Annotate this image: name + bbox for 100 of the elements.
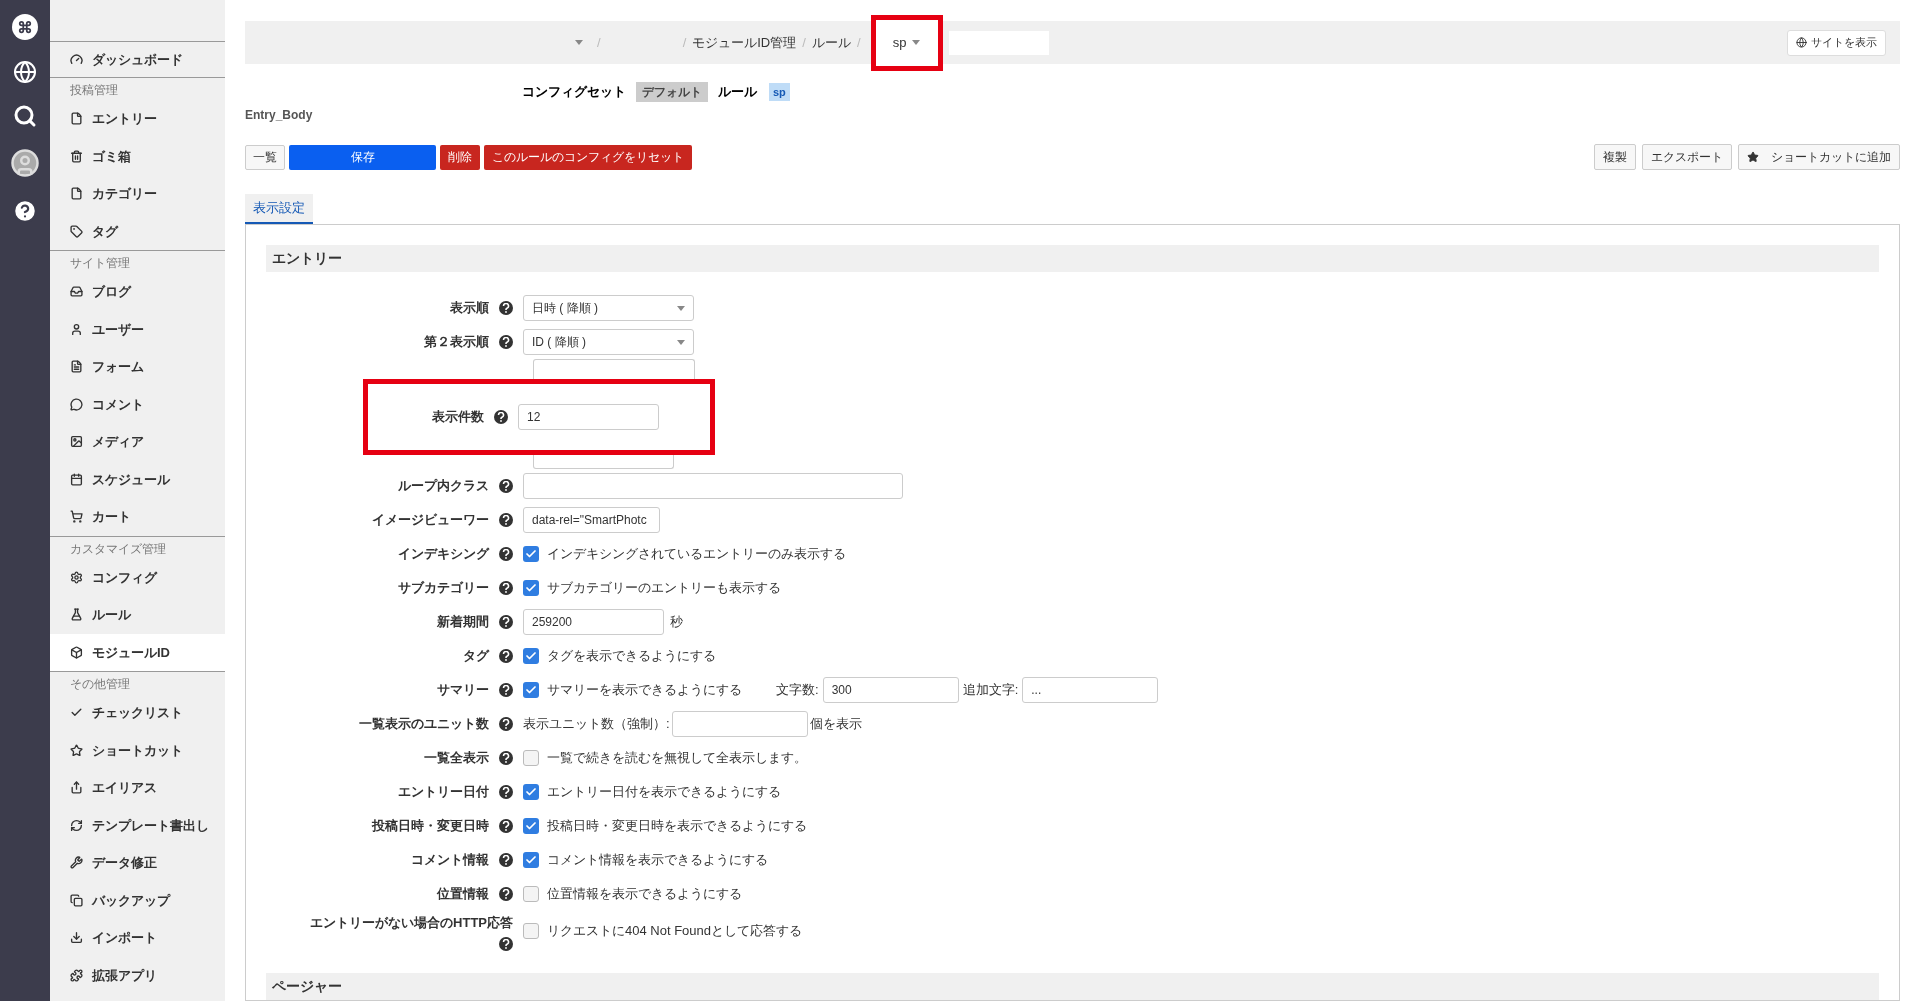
checkbox[interactable] xyxy=(523,546,539,562)
sidebar-item[interactable]: コメント xyxy=(50,385,225,423)
text-field[interactable]: data-rel="SmartPhotc xyxy=(523,507,660,533)
select-field[interactable]: 日時 ( 降順 ) xyxy=(523,295,694,321)
sidebar-item[interactable]: ルール xyxy=(50,596,225,634)
sidebar-item[interactable]: メディア xyxy=(50,423,225,461)
trash-icon xyxy=(70,149,83,163)
sidebar-item[interactable]: ブログ xyxy=(50,273,225,311)
rule-label: ルール xyxy=(718,83,757,102)
select-field[interactable]: ID ( 降順 ) xyxy=(523,329,694,355)
sidebar-item[interactable]: エントリー xyxy=(50,100,225,138)
gear-icon xyxy=(70,570,83,584)
help-icon[interactable] xyxy=(499,581,513,595)
globe-icon xyxy=(1796,37,1807,48)
help-icon[interactable] xyxy=(499,936,513,951)
tab[interactable]: 表示設定 xyxy=(245,194,313,224)
sidebar-item[interactable]: ダッシュボード xyxy=(50,41,225,77)
help-icon[interactable] xyxy=(499,615,513,629)
checkbox-label: サマリーを表示できるようにする xyxy=(547,681,742,700)
sidebar-item[interactable]: ショートカット xyxy=(50,731,225,769)
globe-icon[interactable] xyxy=(13,60,37,84)
action-button[interactable]: 保存 xyxy=(289,144,436,170)
help-icon[interactable] xyxy=(499,887,513,901)
help-icon[interactable] xyxy=(499,683,513,697)
help-icon[interactable] xyxy=(12,198,38,224)
sidebar-item[interactable]: モジュールID xyxy=(50,633,225,671)
checkbox[interactable] xyxy=(523,818,539,834)
sidebar-heading: 投稿管理 xyxy=(69,82,119,99)
text-field[interactable]: 12 xyxy=(518,404,659,430)
text-field[interactable] xyxy=(671,711,808,737)
checkbox[interactable] xyxy=(523,922,539,939)
checkbox[interactable] xyxy=(523,682,539,698)
help-icon[interactable] xyxy=(499,751,513,765)
avatar-icon[interactable] xyxy=(10,148,40,178)
help-icon[interactable] xyxy=(499,785,513,799)
sidebar-item[interactable]: 拡張アプリ xyxy=(50,956,225,994)
sidebar-item[interactable]: スケジュール xyxy=(50,460,225,498)
sidebar-item[interactable]: チェックリスト xyxy=(50,694,225,732)
help-icon[interactable] xyxy=(499,513,513,527)
sidebar-item[interactable]: データ修正 xyxy=(50,844,225,882)
checkbox[interactable] xyxy=(523,580,539,596)
action-button[interactable]: 削除 xyxy=(440,144,480,170)
checkbox-label: リクエストに404 Not Foundとして応答する xyxy=(547,922,802,940)
action-button[interactable]: ショートカットに追加 xyxy=(1738,144,1900,170)
checkbox-label: 位置情報を表示できるようにする xyxy=(547,885,742,904)
search-icon[interactable] xyxy=(13,104,37,128)
sidebar-item[interactable]: ユーザー xyxy=(50,310,225,348)
text-field[interactable] xyxy=(523,473,903,499)
units-label: 表示ユニット数（強制）: xyxy=(523,715,670,734)
field-label: エントリー日付 xyxy=(398,783,489,802)
help-icon[interactable] xyxy=(499,301,513,315)
checkbox[interactable] xyxy=(523,852,539,868)
sidebar-heading: その他管理 xyxy=(69,676,131,693)
help-icon[interactable] xyxy=(499,547,513,561)
module-name: Entry_Body xyxy=(245,107,314,124)
rule-dropdown[interactable]: sp xyxy=(892,32,921,53)
help-icon[interactable] xyxy=(499,853,513,867)
action-button[interactable]: このルールのコンフィグをリセット xyxy=(484,144,692,170)
checkbox-label: 投稿日時・変更日時を表示できるようにする xyxy=(547,817,807,836)
document-icon xyxy=(70,187,83,201)
text-field[interactable]: ... xyxy=(1022,677,1159,703)
help-icon[interactable] xyxy=(499,335,513,349)
breadcrumb-link[interactable]: ルール xyxy=(811,32,851,53)
view-site-button[interactable]: サイトを表示 xyxy=(1787,29,1886,56)
action-button[interactable]: 複製 xyxy=(1594,144,1636,170)
breadcrumb-separator: / xyxy=(597,33,601,52)
sidebar-item[interactable]: コンフィグ xyxy=(50,558,225,596)
text-field[interactable]: 259200 xyxy=(523,609,664,635)
sidebar-item[interactable]: タグ xyxy=(50,212,225,250)
sidebar-item[interactable]: カテゴリー xyxy=(50,175,225,213)
help-icon[interactable] xyxy=(499,649,513,663)
field-label: 投稿日時・変更日時 xyxy=(372,817,489,836)
text-field[interactable]: 300 xyxy=(822,677,959,703)
action-button[interactable]: 一覧 xyxy=(245,144,285,170)
logo-icon[interactable] xyxy=(12,14,38,40)
sidebar-item[interactable]: カート xyxy=(50,498,225,536)
action-button[interactable]: エクスポート xyxy=(1642,144,1732,170)
star-icon xyxy=(1747,151,1759,163)
breadcrumb-separator: / xyxy=(802,33,806,52)
check-icon xyxy=(525,854,537,866)
sidebar-item[interactable]: エイリアス xyxy=(50,769,225,807)
breadcrumb-link[interactable]: モジュールID管理 xyxy=(692,32,797,53)
user-icon xyxy=(70,322,83,336)
sidebar-item[interactable]: ゴミ箱 xyxy=(50,137,225,175)
checkbox[interactable] xyxy=(523,886,539,902)
help-icon[interactable] xyxy=(499,717,513,731)
checkbox[interactable] xyxy=(523,750,539,766)
sidebar-item[interactable]: インポート xyxy=(50,919,225,957)
wrench-icon xyxy=(70,856,83,870)
caret-icon xyxy=(677,339,685,345)
help-icon[interactable] xyxy=(494,410,508,424)
help-icon[interactable] xyxy=(499,819,513,833)
help-icon[interactable] xyxy=(499,479,513,493)
sidebar-item[interactable]: バックアップ xyxy=(50,881,225,919)
refresh-icon xyxy=(70,818,83,832)
sidebar-item[interactable]: フォーム xyxy=(50,348,225,386)
checkbox[interactable] xyxy=(523,648,539,664)
sidebar-item[interactable]: テンプレート書出し xyxy=(50,806,225,844)
checkbox[interactable] xyxy=(523,784,539,800)
star-icon xyxy=(70,743,83,757)
